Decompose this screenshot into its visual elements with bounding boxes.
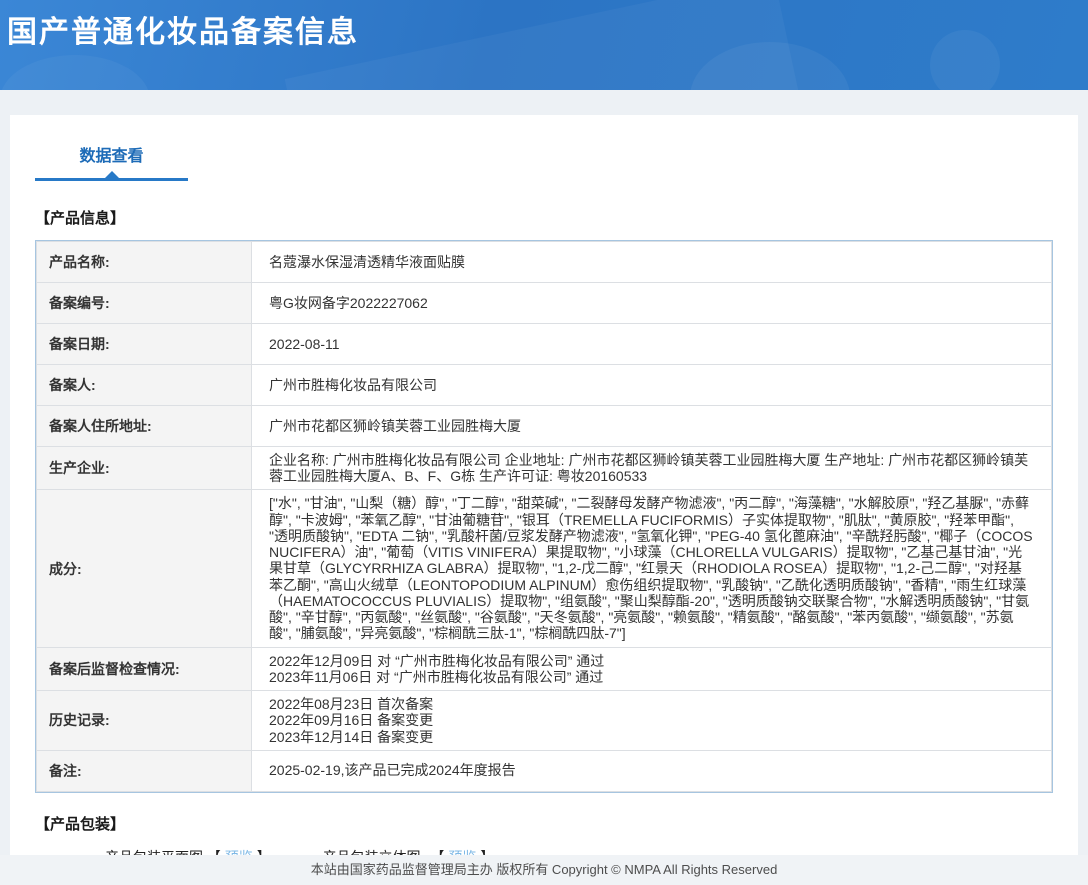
- table-row: 历史记录: 2022年08月23日 首次备案 2022年09月16日 备案变更 …: [36, 690, 1052, 751]
- row-value-history: 2022年08月23日 首次备案 2022年09月16日 备案变更 2023年1…: [251, 690, 1052, 751]
- row-value-product-name: 名蔻瀑水保湿清透精华液面贴膜: [251, 241, 1052, 283]
- row-value-manufacturer: 企业名称: 广州市胜梅化妆品有限公司 企业地址: 广州市花都区狮岭镇芙蓉工业园胜…: [251, 445, 1052, 491]
- history-record: 2022年09月16日 备案变更: [269, 712, 434, 729]
- section-product-info-title: 【产品信息】: [35, 210, 126, 227]
- product-info-table: 产品名称: 名蔻瀑水保湿清透精华液面贴膜 备案编号: 粤G妆网备字2022227…: [35, 240, 1053, 793]
- row-label-filer: 备案人:: [36, 364, 252, 406]
- table-row: 备案后监督检查情况: 2022年12月09日 对 “广州市胜梅化妆品有限公司” …: [36, 646, 1052, 692]
- content-card: 数据查看 【产品信息】 产品名称: 名蔻瀑水保湿清透精华液面贴膜 备案编号: 粤…: [10, 115, 1078, 855]
- row-label-filing-date: 备案日期:: [36, 323, 252, 365]
- history-record: 2022年08月23日 首次备案: [269, 696, 434, 713]
- top-banner: 国产普通化妆品备案信息: [0, 0, 1088, 90]
- row-value-filer: 广州市胜梅化妆品有限公司: [251, 364, 1052, 406]
- table-row: 备案人住所地址: 广州市花都区狮岭镇芙蓉工业园胜梅大厦: [36, 405, 1052, 447]
- tab-data-view-label: 数据查看: [79, 148, 144, 165]
- row-value-remark: 2025-02-19,该产品已完成2024年度报告: [251, 749, 1052, 792]
- row-value-supervision: 2022年12月09日 对 “广州市胜梅化妆品有限公司” 通过 2023年11月…: [251, 646, 1052, 692]
- row-label-remark: 备注:: [36, 749, 252, 792]
- row-value-filer-address: 广州市花都区狮岭镇芙蓉工业园胜梅大厦: [251, 405, 1052, 447]
- banner-decor-blob: [0, 55, 150, 90]
- table-row: 备注: 2025-02-19,该产品已完成2024年度报告: [36, 749, 1052, 792]
- row-label-filer-address: 备案人住所地址:: [36, 405, 252, 447]
- page-footer: 本站由国家药品监督管理局主办 版权所有 Copyright © NMPA All…: [0, 855, 1088, 885]
- supervision-record: 2022年12月09日 对 “广州市胜梅化妆品有限公司” 通过: [269, 652, 605, 669]
- table-row: 产品名称: 名蔻瀑水保湿清透精华液面贴膜: [36, 241, 1052, 283]
- table-row: 备案编号: 粤G妆网备字2022227062: [36, 282, 1052, 324]
- history-record: 2023年12月14日 备案变更: [269, 728, 434, 745]
- table-row: 生产企业: 企业名称: 广州市胜梅化妆品有限公司 企业地址: 广州市花都区狮岭镇…: [36, 445, 1052, 491]
- package-links-row: 产品包装平面图 【 预览 】 产品包装立体图 【 预览 】: [105, 847, 1053, 855]
- table-row: 成分: ["水", "甘油", "山梨（糖）醇", "丁二醇", "甜菜碱", …: [36, 489, 1052, 648]
- row-label-supervision: 备案后监督检查情况:: [36, 646, 252, 692]
- tab-caret-icon: [104, 171, 119, 178]
- row-value-filing-number: 粤G妆网备字2022227062: [251, 282, 1052, 324]
- row-label-filing-number: 备案编号:: [36, 282, 252, 324]
- row-label-ingredients: 成分:: [36, 489, 252, 648]
- page-title: 国产普通化妆品备案信息: [7, 16, 359, 49]
- table-row: 备案日期: 2022-08-11: [36, 323, 1052, 365]
- supervision-record: 2023年11月06日 对 “广州市胜梅化妆品有限公司” 通过: [269, 668, 604, 685]
- tab-bar: 数据查看: [35, 142, 1053, 181]
- row-label-manufacturer: 生产企业:: [36, 445, 252, 491]
- row-value-filing-date: 2022-08-11: [251, 323, 1052, 365]
- row-value-ingredients: ["水", "甘油", "山梨（糖）醇", "丁二醇", "甜菜碱", "二裂酵…: [251, 489, 1052, 648]
- row-label-product-name: 产品名称:: [36, 241, 252, 283]
- row-label-history: 历史记录:: [36, 690, 252, 751]
- section-package-title: 【产品包装】: [35, 815, 126, 833]
- table-row: 备案人: 广州市胜梅化妆品有限公司: [36, 364, 1052, 406]
- tab-data-view[interactable]: 数据查看: [35, 142, 188, 181]
